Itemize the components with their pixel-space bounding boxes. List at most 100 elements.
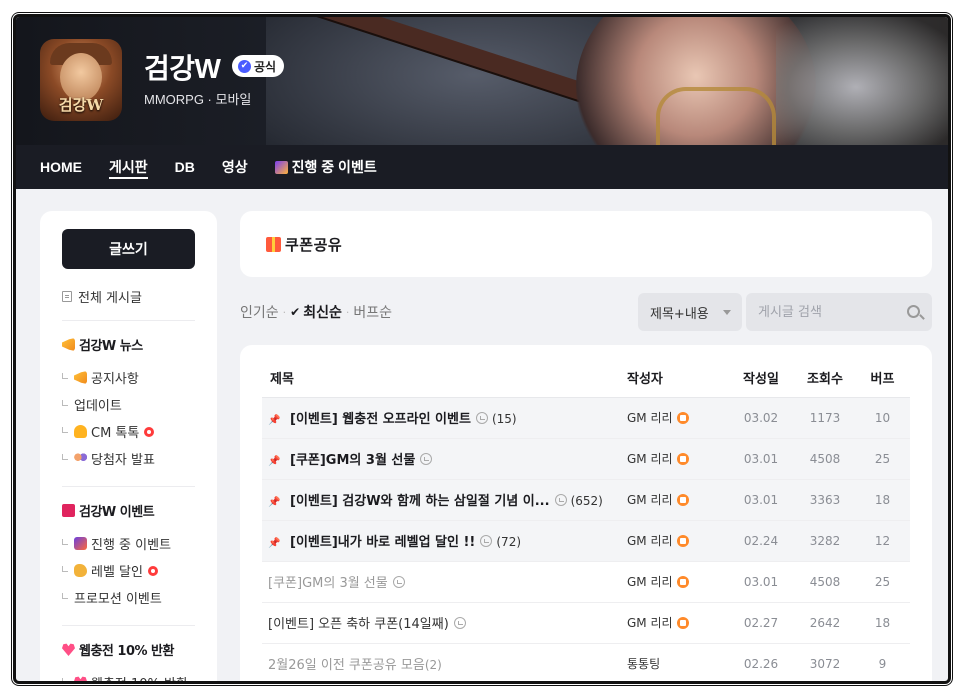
table-row[interactable]: 📌 [쿠폰]GM의 3월 선물 GM 리리 03.01 4508 25: [262, 438, 910, 480]
search-input[interactable]: [746, 293, 932, 331]
game-logo[interactable]: 검강W: [40, 39, 122, 121]
date-cell: 02.24: [727, 520, 795, 562]
post-title[interactable]: [이벤트] 검강W와 함께 하는 삼일절 기념 이...: [290, 494, 550, 509]
category-web-charge[interactable]: 웹충전 10% 반환: [62, 640, 195, 659]
sidebar-item-update[interactable]: 업데이트: [62, 391, 195, 418]
sidebar-item-cm-talk[interactable]: CM 톡톡: [62, 418, 195, 445]
author-cell[interactable]: GM 리리: [627, 479, 727, 521]
post-title-cell[interactable]: 2월26일 이전 쿠폰공유 모음(2): [262, 643, 627, 681]
game-banner: 검강W 검강W ✔ 공식 MMORPG · 모바일: [16, 17, 948, 145]
nav-video[interactable]: 영상: [222, 145, 248, 189]
buff-cell: 25: [855, 561, 910, 603]
author-cell[interactable]: GM 리리: [627, 520, 727, 562]
table-header-row: 제목 작성자 작성일 조회수 버프: [262, 359, 910, 398]
fireworks-icon: [274, 160, 288, 174]
reply-icon: [480, 535, 493, 547]
table-row[interactable]: 2월26일 이전 쿠폰공유 모음(2) 통통팅 02.26 3072 9: [262, 643, 910, 681]
post-title[interactable]: [이벤트] 웹충전 오프라인 이벤트: [290, 412, 471, 427]
table-row[interactable]: [이벤트] 오픈 축하 쿠폰(14일째) GM 리리 02.27 2642 18: [262, 602, 910, 644]
post-table: 제목 작성자 작성일 조회수 버프 📌 [이벤트] 웹충전 오프라인 이벤트 (15…: [262, 359, 910, 681]
post-title-cell[interactable]: [쿠폰]GM의 3월 선물: [262, 561, 627, 603]
author-cell[interactable]: GM 리리: [627, 438, 727, 480]
nav-ongoing-events[interactable]: 진행 중 이벤트: [274, 145, 377, 189]
gm-badge-icon: [676, 494, 689, 506]
banner-armor-art: [656, 87, 776, 145]
author-name[interactable]: GM 리리: [627, 452, 673, 466]
column-views: 조회수: [795, 359, 855, 398]
table-row[interactable]: 📌 [이벤트] 웹충전 오프라인 이벤트 (15) GM 리리 03.02 1173 10: [262, 397, 910, 439]
column-title: 제목: [262, 359, 627, 398]
author-name[interactable]: GM 리리: [627, 575, 673, 589]
post-title-cell[interactable]: 📌 [이벤트]내가 바로 레벨업 달인 !! (72): [262, 520, 627, 562]
category-news[interactable]: 검강W 뉴스: [62, 335, 195, 354]
table-row[interactable]: 📌 [이벤트]내가 바로 레벨업 달인 !! (72) GM 리리 02.24 3282 1…: [262, 520, 910, 562]
gift-icon: [266, 236, 281, 252]
buff-cell: 18: [855, 479, 910, 521]
main-nav: HOME 게시판 DB 영상 진행 중 이벤트: [16, 145, 948, 189]
divider: [62, 486, 195, 487]
sidebar-item-ongoing-events[interactable]: 진행 중 이벤트: [62, 530, 195, 557]
post-title-cell[interactable]: 📌 [이벤트] 검강W와 함께 하는 삼일절 기념 이... (652): [262, 479, 627, 521]
write-post-button[interactable]: 글쓰기: [62, 229, 195, 269]
post-table-card: 제목 작성자 작성일 조회수 버프 📌 [이벤트] 웹충전 오프라인 이벤트 (15…: [240, 345, 932, 681]
sidebar-item-level-master[interactable]: 레벨 달인: [62, 557, 195, 584]
game-genre: MMORPG · 모바일: [144, 92, 252, 107]
sidebar-item-winners[interactable]: 당첨자 발표: [62, 445, 195, 472]
sidebar-item-promotion[interactable]: 프로모션 이벤트: [62, 584, 195, 611]
post-title[interactable]: [쿠폰]GM의 3월 선물: [268, 576, 388, 591]
sort-popular[interactable]: 인기순: [240, 302, 279, 322]
author-cell[interactable]: GM 리리: [627, 397, 727, 439]
views-cell: 3282: [795, 520, 855, 562]
author-name[interactable]: GM 리리: [627, 616, 673, 630]
post-title-cell[interactable]: [이벤트] 오픈 축하 쿠폰(14일째): [262, 602, 627, 644]
nav-db[interactable]: DB: [175, 145, 195, 189]
megaphone-icon: [74, 371, 87, 384]
table-row[interactable]: 📌 [이벤트] 검강W와 함께 하는 삼일절 기념 이... (652) GM 리리 0…: [262, 479, 910, 521]
sidebar-item-notice[interactable]: 공지사항: [62, 364, 195, 391]
search-icon[interactable]: [907, 305, 920, 318]
sort-latest[interactable]: 최신순: [303, 302, 342, 322]
buff-cell: 18: [855, 602, 910, 644]
sidebar-item-web-charge[interactable]: 웹충전 10% 반환: [62, 669, 195, 681]
author-name[interactable]: 통통팅: [627, 657, 660, 671]
author-cell[interactable]: 통통팅: [627, 643, 727, 681]
author-name[interactable]: GM 리리: [627, 493, 673, 507]
post-title[interactable]: [이벤트]내가 바로 레벨업 달인 !!: [290, 535, 475, 550]
date-cell: 02.26: [727, 643, 795, 681]
author-cell[interactable]: GM 리리: [627, 602, 727, 644]
pin-icon: 📌: [268, 415, 281, 426]
post-title[interactable]: [이벤트] 오픈 축하 쿠폰(14일째): [268, 617, 449, 632]
people-icon: [74, 452, 87, 465]
book-icon: [62, 504, 75, 517]
comment-count: (2): [424, 658, 442, 672]
post-title-cell[interactable]: 📌 [이벤트] 웹충전 오프라인 이벤트 (15): [262, 397, 627, 439]
column-date: 작성일: [727, 359, 795, 398]
category-events[interactable]: 검강W 이벤트: [62, 501, 195, 520]
comment-count: (15): [491, 412, 517, 426]
date-cell: 03.01: [727, 479, 795, 521]
sort-buff[interactable]: 버프순: [353, 302, 392, 322]
post-title-cell[interactable]: 📌 [쿠폰]GM의 3월 선물: [262, 438, 627, 480]
board-title: 쿠폰공유: [285, 236, 343, 254]
sidebar-all-posts[interactable]: 전체 게시글: [62, 287, 195, 306]
author-name[interactable]: GM 리리: [627, 534, 673, 548]
post-title[interactable]: [쿠폰]GM의 3월 선물: [290, 453, 415, 468]
views-cell: 1173: [795, 397, 855, 439]
heart-icon: [62, 643, 75, 656]
table-row[interactable]: [쿠폰]GM의 3월 선물 GM 리리 03.01 4508 25: [262, 561, 910, 603]
nav-home[interactable]: HOME: [40, 145, 82, 189]
pin-icon: 📌: [268, 497, 281, 508]
search-type-select[interactable]: 제목+내용: [638, 293, 742, 331]
date-cell: 03.02: [727, 397, 795, 439]
sidebar: 글쓰기 전체 게시글 검강W 뉴스 공지사항 업데이트 CM 톡톡 당첨자 발표…: [40, 211, 217, 681]
official-badge: ✔ 공식: [232, 55, 285, 77]
reply-icon: [554, 494, 567, 506]
post-title[interactable]: 2월26일 이전 쿠폰공유 모음: [268, 658, 425, 673]
buff-cell: 9: [855, 643, 910, 681]
nav-board[interactable]: 게시판: [109, 145, 148, 189]
reply-icon: [453, 617, 466, 629]
author-cell[interactable]: GM 리리: [627, 561, 727, 603]
new-badge-icon: [144, 426, 155, 437]
author-name[interactable]: GM 리리: [627, 411, 673, 425]
banner-hair-art: [776, 17, 948, 145]
